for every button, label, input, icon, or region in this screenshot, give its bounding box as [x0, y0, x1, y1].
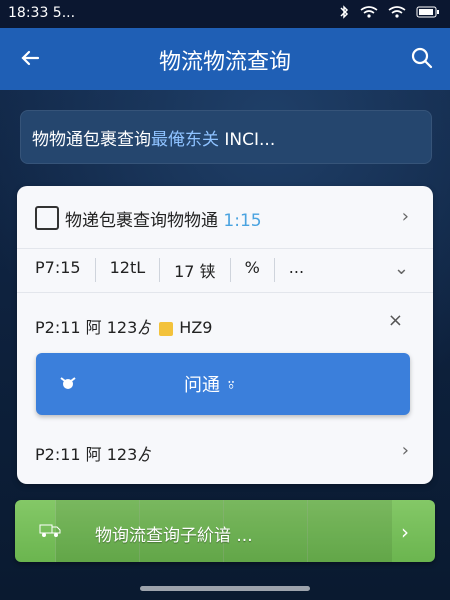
package-box — [307, 500, 392, 562]
status-icons — [338, 5, 440, 19]
tracking-row-3-label: P2:11 阿 123ゟ — [35, 445, 154, 464]
tracking-row-2[interactable]: P2:11 阿 123ゟ HZ9 × — [17, 292, 433, 354]
tracking-row-main[interactable]: 物递包裹查询物物通 1:15 › — [17, 186, 433, 249]
home-indicator[interactable] — [140, 586, 310, 591]
logistics-banner-label: 物询流查询子紒谙 ... — [95, 526, 253, 546]
chevron-right-icon[interactable]: › — [402, 206, 409, 227]
wifi-icon — [360, 6, 378, 18]
bot-icon — [60, 377, 76, 389]
search-icon[interactable] — [410, 46, 434, 70]
tracking-row-3[interactable]: P2:11 阿 123ゟ › — [17, 416, 433, 484]
logistics-banner-button[interactable]: 物询流查询子紒谙 ... › — [15, 500, 435, 562]
truck-icon — [39, 524, 61, 537]
close-icon[interactable]: × — [388, 310, 403, 331]
filter-cell[interactable]: % — [245, 258, 275, 282]
tracking-label: 物递包裹查询物物通 1:15 — [65, 211, 262, 231]
signal-icon — [388, 6, 406, 18]
app-bar: 物流物流查询 — [0, 28, 450, 90]
search-text: 物物通包裹查询最俺东关 INCI... — [32, 130, 276, 150]
upload-box-icon — [35, 206, 59, 230]
chevron-right-icon[interactable]: › — [402, 440, 409, 461]
crown-icon — [159, 321, 174, 336]
status-bar: 18:33 5... — [0, 0, 450, 28]
tracking-card: 物递包裹查询物物通 1:15 › P7:15 12tL 17 铗 % ... ⌄… — [17, 186, 433, 484]
chevron-down-icon[interactable]: ⌄ — [394, 258, 409, 279]
status-time: 18:33 5... — [8, 5, 76, 21]
filter-cell[interactable]: ... — [289, 258, 318, 282]
inquiry-button-label: 问通 ⍤ — [184, 375, 237, 396]
tracking-row-2-label: P2:11 阿 123ゟ HZ9 — [35, 318, 213, 337]
page-title: 物流物流查询 — [158, 50, 291, 75]
chevron-right-icon: › — [401, 520, 409, 544]
filter-row: P7:15 12tL 17 铗 % ... ⌄ — [17, 248, 433, 293]
filter-cell[interactable]: P7:15 — [35, 258, 96, 282]
filter-cell[interactable]: 17 铗 — [174, 258, 231, 282]
battery-icon — [416, 6, 439, 18]
search-field[interactable]: 物物通包裹查询最俺东关 INCI... — [20, 110, 432, 164]
filter-cells: P7:15 12tL 17 铗 % ... — [35, 258, 332, 282]
inquiry-button[interactable]: 问通 ⍤ — [36, 353, 410, 415]
bluetooth-icon — [340, 5, 349, 19]
filter-cell[interactable]: 12tL — [110, 258, 161, 282]
